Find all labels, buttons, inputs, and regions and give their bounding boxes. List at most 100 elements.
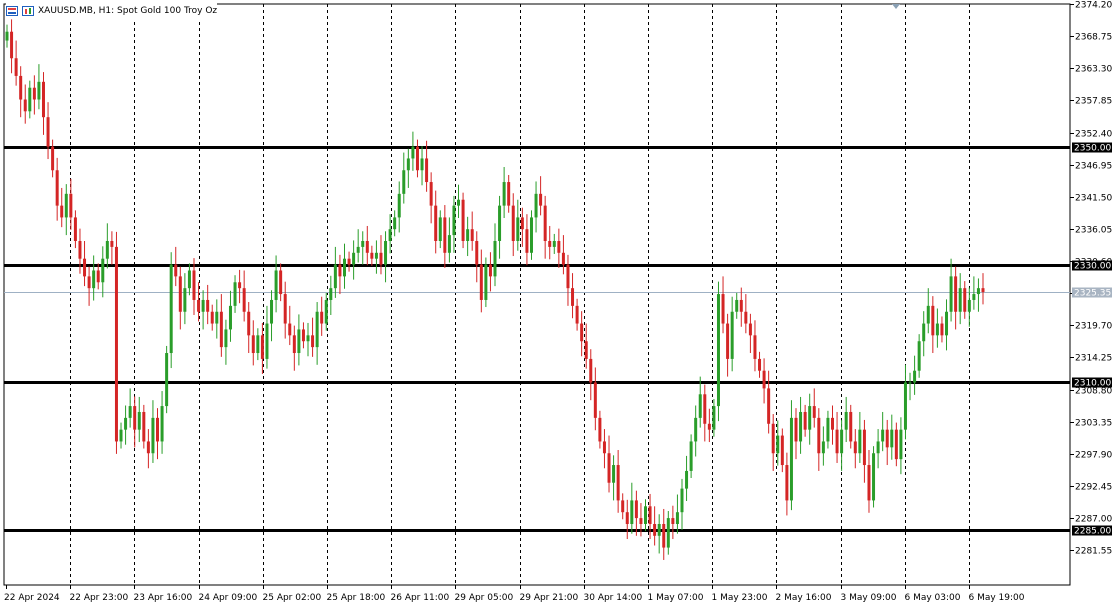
bear-candle-body <box>817 417 821 454</box>
bear-candle-body <box>301 329 305 342</box>
bull-candle-body <box>908 382 912 384</box>
bear-candle-body <box>146 441 150 454</box>
bear-candle-body <box>867 465 871 501</box>
bull-candle-body <box>324 299 328 324</box>
bull-candle-body <box>92 270 96 289</box>
bull-candle-body <box>274 270 278 300</box>
bear-candle-body <box>703 394 707 424</box>
bear-candle-body <box>830 417 834 430</box>
bull-candle-body <box>28 87 32 112</box>
y-tick-label: 2368.75 <box>1075 33 1112 43</box>
bull-candle-body <box>493 241 497 277</box>
bear-candle-body <box>721 294 725 324</box>
bear-candle-body <box>210 311 214 324</box>
bull-candle-body <box>165 353 169 407</box>
bear-candle-body <box>853 441 857 454</box>
bull-candle-body <box>712 406 716 430</box>
bull-candle-body <box>685 470 689 489</box>
bull-candle-body <box>361 241 365 247</box>
bear-candle-body <box>206 299 210 312</box>
bull-candle-body <box>730 311 734 359</box>
bull-candle-body <box>644 506 648 524</box>
bear-candle-body <box>415 146 419 171</box>
bear-candle-body <box>365 241 369 253</box>
bear-candle-body <box>46 117 50 147</box>
bull-candle-body <box>899 429 903 460</box>
bear-candle-body <box>425 158 429 183</box>
bear-candle-body <box>55 170 59 206</box>
bear-candle-body <box>744 311 748 324</box>
bear-candle-body <box>593 382 597 418</box>
bull-candle-body <box>374 252 378 259</box>
bear-candle-body <box>707 423 711 430</box>
bear-candle-body <box>23 99 27 112</box>
bear-candle-body <box>525 229 529 253</box>
chart-shift-marker-icon <box>892 4 900 9</box>
bull-candle-body <box>438 217 442 242</box>
bull-candle-body <box>447 235 451 253</box>
bear-candle-body <box>292 335 296 354</box>
bull-candle-body <box>388 229 392 242</box>
bull-candle-body <box>821 441 825 454</box>
bear-candle-body <box>726 323 730 359</box>
y-tick-label: 2292.45 <box>1075 483 1112 493</box>
bear-candle-body <box>639 518 643 524</box>
level-price-label: 2350.00 <box>1074 144 1111 154</box>
bear-candle-body <box>434 205 438 242</box>
chart-canvas[interactable]: 22 Apr 2024 22 Apr 23:00 23 Apr 16:00 24 Ap… <box>0 0 1120 609</box>
depth-of-market-icon[interactable] <box>22 6 34 16</box>
bear-candle-body <box>981 288 985 292</box>
bear-candle-body <box>219 311 223 348</box>
bear-candle-body <box>178 276 182 312</box>
bull-candle-body <box>201 299 205 312</box>
y-tick-label: 2281.55 <box>1075 547 1112 557</box>
y-tick-label: 2303.35 <box>1075 419 1112 429</box>
current-price-label: 2325.35 <box>1074 289 1111 299</box>
bull-candle-body <box>694 417 698 442</box>
bear-candle-body <box>379 252 383 265</box>
bull-candle-body <box>124 417 128 430</box>
x-tick-label: 6 May 19:00 <box>969 593 1025 603</box>
bear-candle-body <box>762 370 766 389</box>
bear-candle-body <box>571 288 575 306</box>
bull-candle-body <box>698 394 702 418</box>
bear-candle-body <box>557 241 561 253</box>
bear-candle-body <box>78 241 82 259</box>
y-tick-label: 2363.30 <box>1075 65 1112 75</box>
bear-candle-body <box>288 323 292 336</box>
bear-candle-body <box>621 500 625 513</box>
bull-candle-body <box>329 288 333 300</box>
bull-candle-body <box>228 305 232 330</box>
bear-candle-body <box>488 264 492 277</box>
x-tick-label: 3 May 09:00 <box>841 593 897 603</box>
bull-candle-body <box>534 193 538 218</box>
bear-candle-body <box>835 429 839 454</box>
x-tick-label: 1 May 23:00 <box>712 593 768 603</box>
bear-candle-body <box>758 358 762 371</box>
bear-candle-body <box>771 423 775 454</box>
bear-candle-body <box>247 311 251 336</box>
x-tick-label: 29 Apr 21:00 <box>520 593 579 603</box>
bull-candle-body <box>160 406 164 442</box>
bear-candle-body <box>242 288 246 312</box>
bull-candle-body <box>64 193 68 218</box>
bear-candle-body <box>19 75 23 100</box>
bull-candle-body <box>151 417 155 454</box>
bull-candle-body <box>967 299 971 312</box>
bear-candle-body <box>940 323 944 336</box>
price-chart[interactable]: 22 Apr 2024 22 Apr 23:00 23 Apr 16:00 24 Ap… <box>0 0 1120 609</box>
y-tick-label: 2341.50 <box>1075 194 1112 204</box>
bull-candle-body <box>872 453 876 501</box>
bear-candle-body <box>885 429 889 448</box>
bear-candle-body <box>32 87 36 100</box>
bear-candle-body <box>156 417 160 442</box>
trade-panel-icon[interactable] <box>6 6 18 16</box>
x-tick-label: 29 Apr 05:00 <box>455 593 514 603</box>
bear-candle-body <box>197 299 201 312</box>
y-tick-label: 2357.85 <box>1075 97 1112 107</box>
bull-candle-body <box>256 335 260 354</box>
bear-candle-body <box>370 252 374 259</box>
bull-candle-body <box>612 465 616 483</box>
bull-candle-body <box>735 299 739 312</box>
bear-candle-body <box>110 241 114 247</box>
